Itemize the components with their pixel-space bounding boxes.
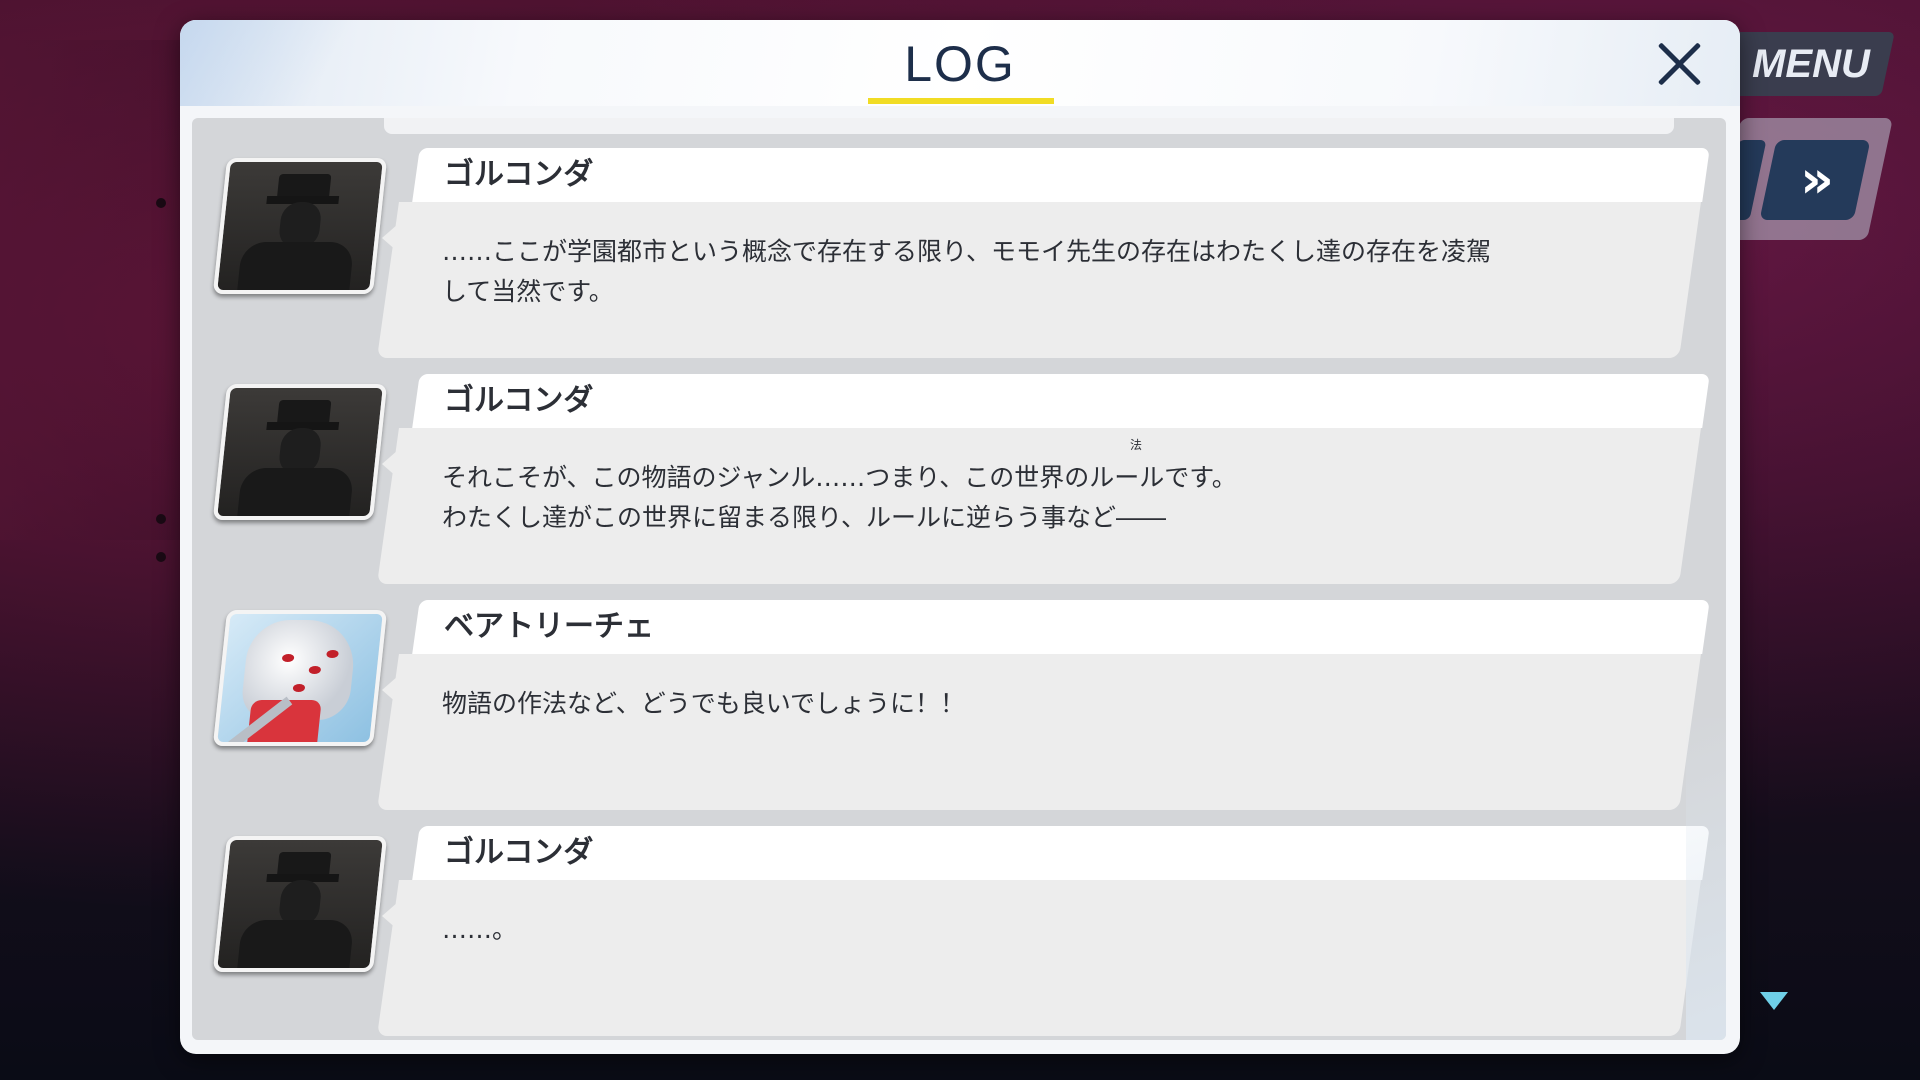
log-scroll-area[interactable]: ゴルコンダ ……ここが学園都市という概念で存在する限り、モモイ先生の存在はわたく… [192, 118, 1726, 1040]
title-underline [868, 98, 1054, 104]
log-entry: ゴルコンダ ……。 [192, 826, 1726, 1036]
header-decoration [180, 20, 380, 106]
body-shape [236, 920, 355, 972]
log-title: LOG [904, 36, 1016, 92]
fast-forward-icon[interactable]: » [1782, 146, 1852, 214]
background-rivet [156, 198, 166, 208]
dialogue-text: 物語の作法など、どうでも良いでしょうに！！ [442, 689, 966, 718]
panel-edge-decoration [1686, 718, 1726, 1040]
body-shape [236, 468, 355, 520]
speaker-avatar [212, 158, 388, 294]
background-rivet [156, 514, 166, 524]
speaker-name: ゴルコンダ [444, 383, 594, 418]
log-entry: ベアトリーチェ 物語の作法など、どうでも良いでしょうに！！ [192, 600, 1726, 810]
previous-entry-edge [384, 118, 1674, 134]
background-rivet [156, 552, 166, 562]
dialogue-text: ……ここが学園都市という概念で存在する限り、モモイ先生の存在はわたくし達の存在を… [442, 237, 1492, 306]
speaker-avatar [212, 384, 388, 520]
speaker-avatar [212, 836, 388, 972]
body-shape [236, 242, 355, 294]
ruby-annotation: 法 [1130, 438, 1143, 452]
speaker-avatar [212, 610, 388, 746]
log-entry: ゴルコンダ ……ここが学園都市という概念で存在する限り、モモイ先生の存在はわたく… [192, 148, 1726, 358]
dialogue-text: それこそが、この物語のジャンル……つまり、この世界のルールです。 わたくし達がこ… [442, 463, 1237, 532]
background-wall-panel [0, 40, 200, 540]
menu-button-label[interactable]: MENU [1746, 36, 1876, 92]
speaker-name: ベアトリーチェ [444, 609, 654, 644]
speaker-name: ゴルコンダ [444, 835, 594, 870]
log-entry: ゴルコンダ 法 それこそが、この物語のジャンル……つまり、この世界のルールです。… [192, 374, 1726, 584]
speaker-name: ゴルコンダ [444, 157, 594, 192]
log-dialog: LOG ゴルコンダ ……ここが学園都市という概念で存在する限り、モモイ先生の存在… [180, 20, 1740, 1054]
close-icon[interactable] [1652, 36, 1708, 92]
log-header: LOG [180, 20, 1740, 106]
dialogue-text: ……。 [442, 915, 518, 944]
scroll-down-icon[interactable] [1760, 992, 1788, 1010]
